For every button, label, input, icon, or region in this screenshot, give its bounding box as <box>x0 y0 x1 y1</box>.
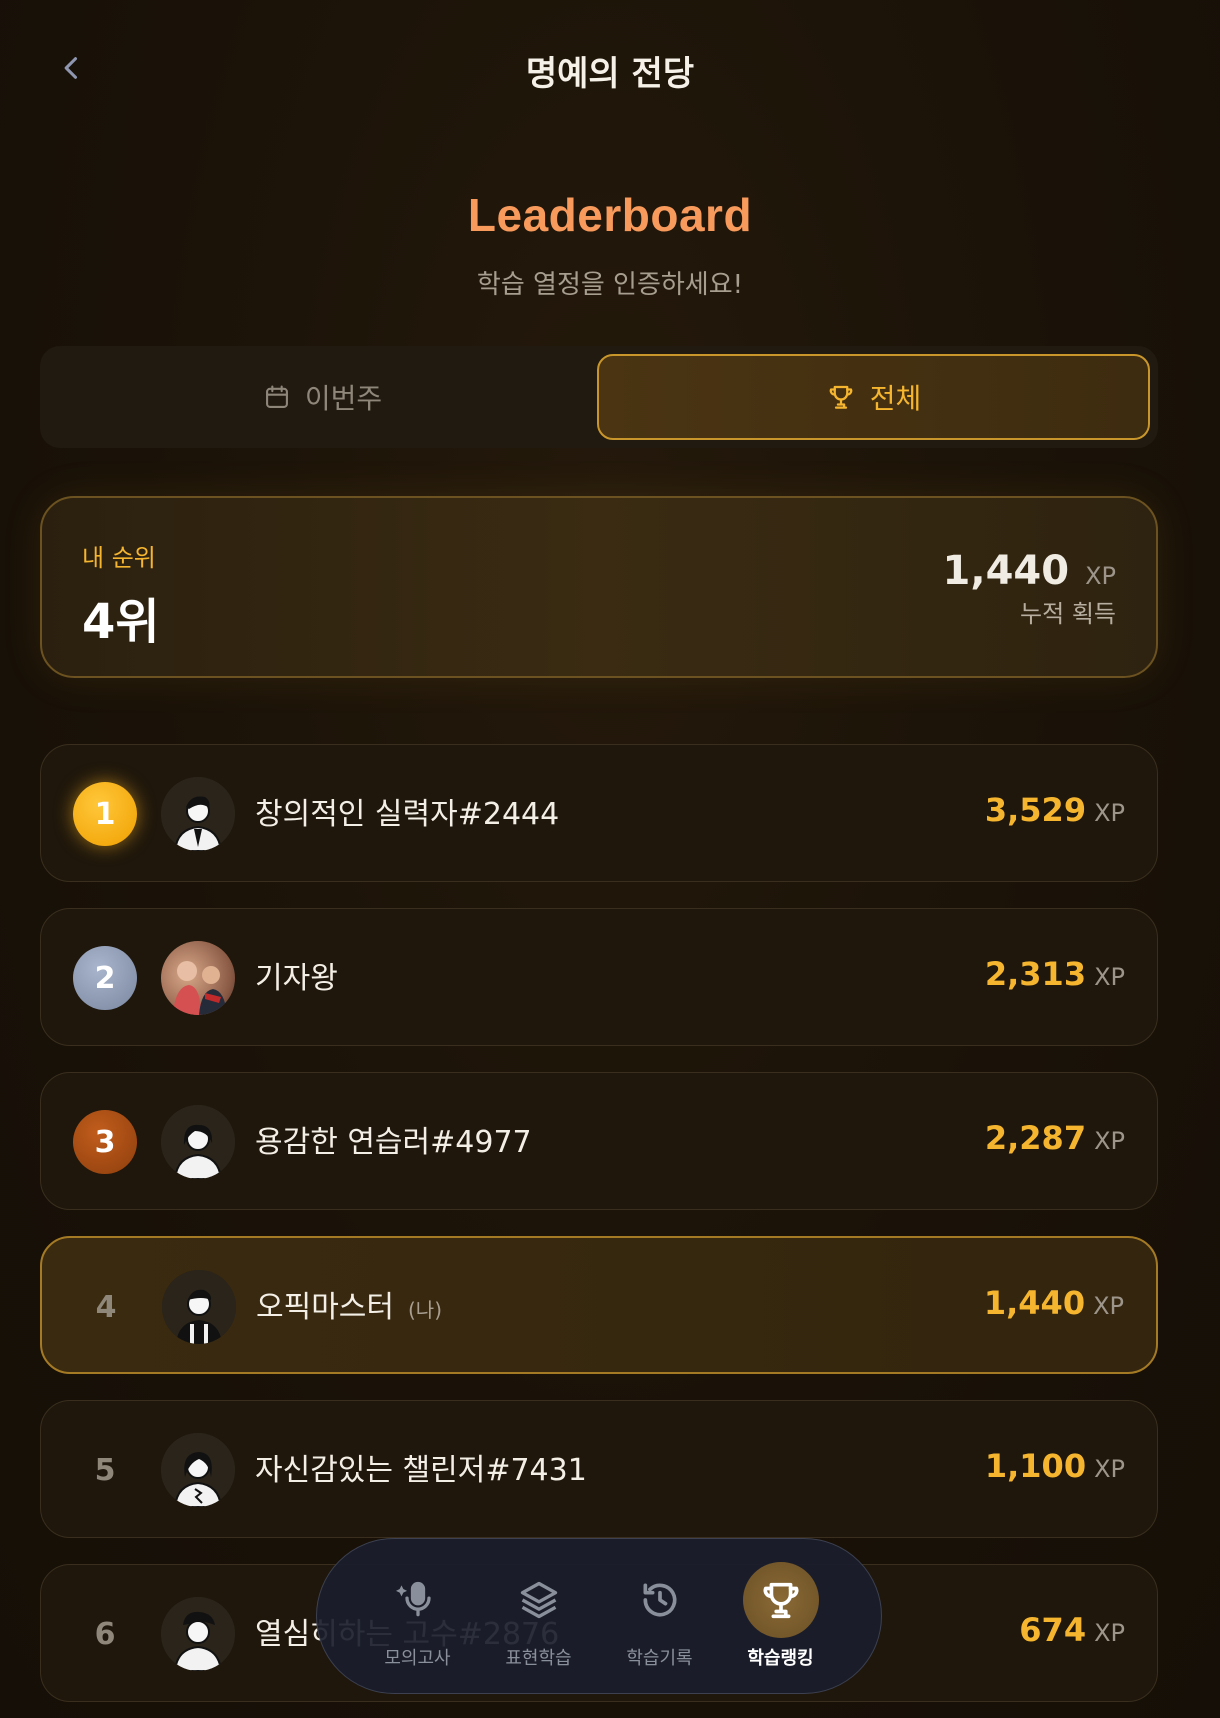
microphone-icon <box>380 1562 456 1638</box>
rank-badge-gold: 1 <box>73 782 137 846</box>
rank-number: 4 <box>95 1289 117 1325</box>
nav-study-ranking[interactable]: 학습랭킹 <box>726 1562 836 1670</box>
player-name: 창의적인 실력자#2444 <box>255 789 559 833</box>
my-rank-value: 4위 <box>82 594 160 650</box>
my-rank-label: 내 순위 <box>82 544 156 572</box>
player-name: 용감한 연습러#4977 <box>255 1117 532 1161</box>
nav-mock-test[interactable]: 모의고사 <box>363 1562 473 1670</box>
my-rank-xp-value: 1,440 <box>942 548 1070 594</box>
avatar-photo-image <box>173 961 227 1015</box>
header: 명예의 전당 <box>0 0 1220 140</box>
player-xp-unit: XP <box>1094 799 1125 827</box>
avatar-illustration <box>161 1105 235 1179</box>
tab-this-week[interactable]: 이번주 <box>48 354 597 440</box>
hero-title: Leaderboard <box>467 189 753 241</box>
my-rank-xp: 1,440 XP <box>943 548 1116 594</box>
player-xp-value: 674 <box>1019 1611 1087 1649</box>
player-name-text: 자신감있는 챌린저#7431 <box>255 1453 587 1488</box>
hero-subtitle: 학습 열정을 인증하세요! <box>476 270 744 300</box>
avatar <box>162 1270 236 1344</box>
calendar-icon <box>265 385 288 408</box>
history-icon <box>622 1562 698 1638</box>
player-xp-unit: XP <box>1094 963 1125 991</box>
me-tag: (나) <box>408 1298 443 1322</box>
player-name: 오픽마스터 (나) <box>256 1282 442 1326</box>
avatar-illustration <box>161 1597 235 1671</box>
player-name-text: 오픽마스터 <box>256 1290 394 1325</box>
player-xp-value: 1,100 <box>984 1447 1087 1485</box>
player-xp: 3,529 XP <box>985 791 1125 829</box>
rank-badge-silver: 2 <box>73 946 137 1010</box>
player-xp-unit: XP <box>1094 1127 1125 1155</box>
player-xp-unit: XP <box>1093 1292 1124 1320</box>
layers-icon <box>501 1562 577 1638</box>
avatar <box>161 1433 235 1507</box>
player-xp: 674 XP <box>1019 1611 1125 1649</box>
player-xp: 1,440 XP <box>984 1284 1124 1322</box>
player-xp-value: 2,313 <box>984 955 1087 993</box>
player-xp: 2,287 XP <box>985 1119 1125 1157</box>
leaderboard-row-5[interactable]: 5 자신감있는 챌린저#7431 1,100 XP <box>40 1400 1158 1538</box>
player-xp: 1,100 XP <box>985 1447 1125 1485</box>
player-xp-unit: XP <box>1094 1455 1125 1483</box>
avatar <box>161 777 235 851</box>
player-xp-value: 1,440 <box>983 1284 1086 1322</box>
my-rank-xp-unit: XP <box>1085 562 1116 590</box>
nav-label: 표현학습 <box>505 1648 572 1669</box>
avatar-illustration <box>162 1270 236 1344</box>
rank-number: 5 <box>94 1452 116 1488</box>
leaderboard-row-1[interactable]: 1 창의적인 실력자#2444 3,529 XP <box>40 744 1158 882</box>
tab-all[interactable]: 전체 <box>597 354 1150 440</box>
player-xp-unit: XP <box>1094 1619 1125 1647</box>
period-tabs: 이번주 전체 <box>40 346 1158 448</box>
trophy-icon <box>742 1562 819 1638</box>
leaderboard-row-2[interactable]: 2 기자왕 2,313 XP <box>40 908 1158 1046</box>
player-xp-value: 2,287 <box>984 1119 1087 1157</box>
player-name: 기자왕 <box>255 953 338 997</box>
player-xp-value: 3,529 <box>984 791 1087 829</box>
avatar <box>161 1105 235 1179</box>
player-xp: 2,313 XP <box>985 955 1125 993</box>
tab-this-week-label: 이번주 <box>304 382 383 415</box>
rank-number: 6 <box>94 1616 116 1652</box>
tab-all-label: 전체 <box>869 382 922 415</box>
leaderboard-row-4-me[interactable]: 4 오픽마스터 (나) 1,440 XP <box>40 1236 1158 1374</box>
nav-expression-study[interactable]: 표현학습 <box>484 1562 594 1670</box>
nav-label: 학습기록 <box>626 1648 693 1669</box>
nav-label: 학습랭킹 <box>747 1648 814 1669</box>
player-name-text: 기자왕 <box>255 961 338 996</box>
my-rank-caption: 누적 획득 <box>1020 600 1116 628</box>
page-title: 명예의 전당 <box>525 54 695 94</box>
avatar-photo <box>161 941 235 1015</box>
rank-badge-bronze: 3 <box>73 1110 137 1174</box>
trophy-icon <box>829 385 853 409</box>
nav-study-history[interactable]: 학습기록 <box>605 1562 715 1670</box>
player-name-text: 용감한 연습러#4977 <box>255 1125 532 1160</box>
avatar <box>161 1597 235 1671</box>
nav-label: 모의고사 <box>384 1648 451 1669</box>
avatar-illustration <box>161 1433 235 1507</box>
bottom-nav: 모의고사 표현학습 학습기록 학습랭킹 <box>316 1538 882 1694</box>
player-name-text: 창의적인 실력자#2444 <box>255 797 560 832</box>
avatar-illustration <box>161 777 235 851</box>
player-name: 자신감있는 챌린저#7431 <box>255 1445 587 1489</box>
leaderboard-row-3[interactable]: 3 용감한 연습러#4977 2,287 XP <box>40 1072 1158 1210</box>
my-rank-card: 내 순위 4위 1,440 XP 누적 획득 <box>40 496 1158 678</box>
